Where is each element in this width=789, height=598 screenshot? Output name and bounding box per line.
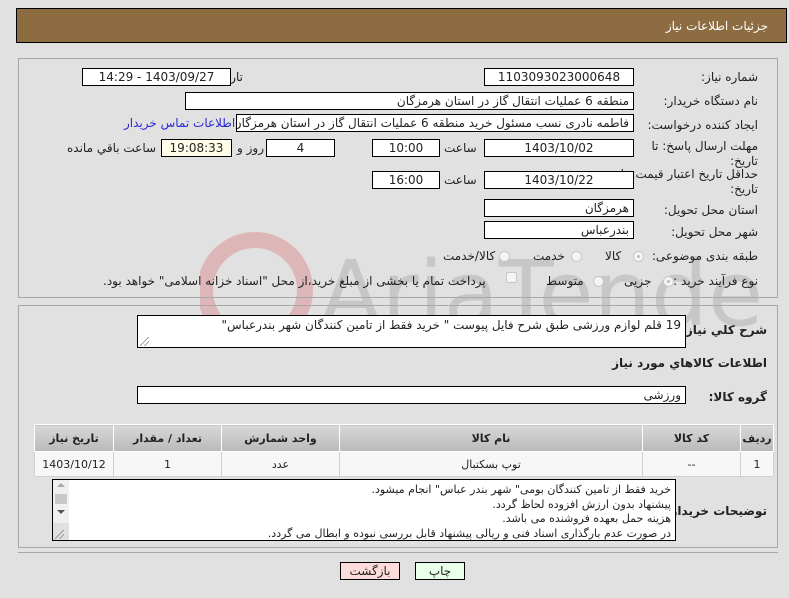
requester-label: ایجاد کننده درخواست: [647, 118, 758, 132]
buyer-notes-textarea[interactable]: خرید فقط از تامین کنندگان بومی" شهر بندر… [52, 479, 676, 541]
price-validity-label: حداقل تاریخ اعتبار قیمت: تا تاریخ: [620, 167, 758, 196]
cell-date: 1403/10/12 [34, 451, 114, 477]
page-title: جزئیات اطلاعات نیاز [665, 19, 768, 33]
process-type-label: نوع فرآیند خرید : [673, 274, 758, 288]
reply-deadline-time-label: ساعت [444, 141, 477, 155]
col-code: کد کالا [642, 424, 741, 452]
page-header: جزئیات اطلاعات نیاز [16, 8, 787, 43]
remaining-days-label: روز و [237, 141, 264, 155]
remaining-days-field[interactable]: 4 [266, 139, 335, 157]
resize-grip-icon[interactable] [140, 337, 149, 346]
cell-qty: 1 [113, 451, 222, 477]
delivery-city-label: شهر محل تحویل: [671, 225, 758, 239]
remaining-time-label: ساعت باقي مانده [67, 141, 157, 155]
buyer-note-line: خرید فقط از تامین کنندگان بومی" شهر بندر… [371, 483, 671, 496]
treasury-checkbox[interactable] [506, 272, 517, 283]
category-option-service: خدمت [533, 249, 565, 263]
buyer-notes-label: توضیحات خریدار: [665, 504, 767, 518]
description-text: 19 قلم لوازم ورزشی طبق شرح فایل پیوست " … [221, 318, 681, 332]
announce-datetime-field[interactable]: 1403/09/27 - 14:29 [82, 68, 231, 86]
category-radio-service[interactable] [571, 251, 582, 262]
treasury-note: پرداخت تمام یا بخشی از مبلغ خرید،از محل … [103, 274, 486, 288]
goods-table-header: ردیف کد کالا نام کالا واحد شمارش تعداد /… [34, 424, 774, 452]
cell-name: توپ بسکتبال [339, 451, 643, 477]
need-number-label: شماره نیاز: [701, 70, 758, 84]
table-row[interactable]: 1 -- توپ بسکتبال عدد 1 1403/10/12 [34, 451, 774, 477]
buyer-note-line: هزینه حمل بعهده فروشنده می باشد. [502, 512, 671, 525]
description-label: شرح کلي نياز: [681, 323, 767, 337]
scroll-down-icon[interactable] [57, 510, 65, 514]
need-number-field[interactable]: 1103093023000648 [484, 68, 634, 86]
category-radio-goods[interactable] [633, 251, 644, 262]
process-option-medium: متوسط [546, 274, 584, 288]
back-button[interactable]: بازگشت [340, 562, 400, 580]
reply-deadline-label: مهلت ارسال پاسخ: تا تاریخ: [651, 139, 758, 168]
print-button[interactable]: چاپ [415, 562, 465, 580]
buyer-contact-link[interactable]: اطلاعات تماس خریدار [124, 116, 235, 130]
goods-group-label: گروه کالا: [708, 390, 767, 404]
buyer-org-field[interactable]: منطقه 6 عملیات انتقال گاز در استان هرمزگ… [185, 92, 634, 110]
footer-divider [18, 552, 778, 553]
process-radio-medium[interactable] [593, 276, 604, 287]
delivery-city-field[interactable]: بندرعباس [484, 221, 634, 239]
category-label: طبقه بندی موضوعی: [651, 249, 758, 263]
delivery-province-field[interactable]: هرمزگان [484, 199, 634, 217]
scroll-up-icon[interactable] [57, 483, 65, 487]
price-validity-date-field[interactable]: 1403/10/22 [484, 171, 634, 189]
scroll-thumb[interactable] [55, 494, 67, 504]
col-date: تاریخ نیاز [34, 424, 114, 452]
process-radio-minor[interactable] [663, 276, 674, 287]
remaining-time-field[interactable]: 19:08:33 [161, 139, 232, 157]
requester-field[interactable]: فاطمه نادری نسب مسئول خرید منطقه 6 عملیا… [236, 114, 634, 132]
cell-row: 1 [740, 451, 774, 477]
col-name: نام کالا [339, 424, 643, 452]
price-validity-time-label: ساعت [444, 173, 477, 187]
buyer-note-line: پیشنهاد بدون ارزش افزوده لحاظ گردد. [492, 497, 671, 511]
description-textarea[interactable]: 19 قلم لوازم ورزشی طبق شرح فایل پیوست " … [137, 315, 686, 348]
process-option-minor: جزیی [624, 274, 652, 288]
goods-table: ردیف کد کالا نام کالا واحد شمارش تعداد /… [34, 424, 774, 477]
reply-deadline-date-field[interactable]: 1403/10/02 [484, 139, 634, 157]
reply-deadline-time-field[interactable]: 10:00 [372, 139, 440, 157]
category-option-goods: کالا [605, 249, 622, 263]
category-radio-goods-service[interactable] [499, 251, 510, 262]
col-qty: تعداد / مقدار [113, 424, 222, 452]
delivery-province-label: استان محل تحویل: [663, 203, 758, 217]
resize-grip-icon[interactable] [55, 530, 64, 539]
notes-scrollbar[interactable] [53, 480, 69, 540]
cell-code: -- [642, 451, 741, 477]
col-row: ردیف [740, 424, 774, 452]
goods-group-field[interactable]: ورزشی [137, 386, 686, 404]
goods-section-title: اطلاعات کالاهاي مورد نياز [612, 356, 767, 370]
notes-resize-area [53, 523, 69, 540]
price-validity-time-field[interactable]: 16:00 [372, 171, 440, 189]
col-unit: واحد شمارش [221, 424, 340, 452]
buyer-note-line: در صورت عدم بارگذاری اسناد فنی و ریالی پ… [267, 526, 671, 540]
buyer-org-label: نام دستگاه خریدار: [663, 94, 759, 108]
category-option-goods-service: کالا/خدمت [443, 249, 496, 263]
cell-unit: عدد [221, 451, 340, 477]
